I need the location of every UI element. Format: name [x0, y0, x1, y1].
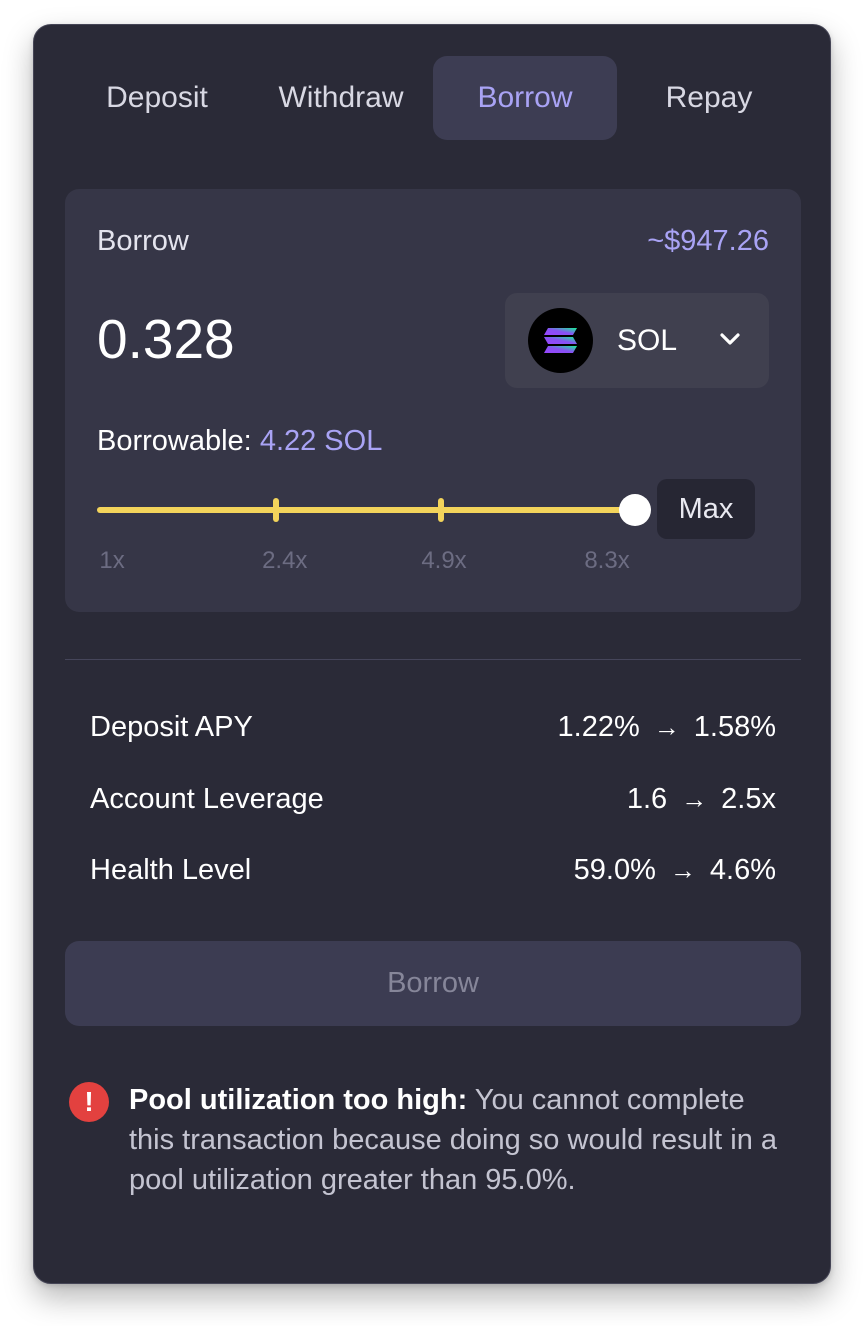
slider-tick — [438, 498, 445, 522]
tick-label-8.3x: 8.3x — [584, 547, 630, 574]
arrow-right-icon: → — [681, 784, 708, 814]
arrow-right-icon: → — [669, 855, 696, 885]
tab-borrow[interactable]: Borrow — [433, 56, 617, 140]
stat-from: 59.0% — [573, 854, 656, 886]
tab-withdraw[interactable]: Withdraw — [249, 56, 433, 140]
stat-to: 2.5x — [721, 783, 776, 815]
stat-from: 1.6 — [626, 783, 668, 815]
arrow-right-icon: → — [653, 712, 680, 742]
slider-thumb[interactable] — [619, 494, 651, 526]
stat-account-leverage: Account Leverage 1.6 → 2.5x — [90, 783, 776, 816]
stat-deposit-apy: Deposit APY 1.22% → 1.58% — [90, 711, 776, 744]
stat-value: 59.0% → 4.6% — [574, 854, 776, 887]
usd-value: ~$947.26 — [647, 225, 769, 257]
solana-logo-icon — [528, 308, 593, 373]
stat-label: Account Leverage — [90, 783, 324, 815]
chevron-down-icon — [719, 328, 741, 355]
token-symbol: SOL — [617, 324, 678, 357]
stat-label: Deposit APY — [90, 711, 253, 743]
stat-from: 1.22% — [557, 711, 640, 743]
borrow-submit-button[interactable]: Borrow — [65, 941, 801, 1026]
error-title: Pool utilization too high: — [129, 1084, 468, 1116]
max-button[interactable]: Max — [657, 479, 755, 539]
borrowable-label: Borrowable: — [97, 425, 252, 457]
divider — [65, 659, 801, 660]
leverage-slider[interactable] — [97, 492, 651, 528]
stat-value: 1.6 → 2.5x — [627, 783, 776, 816]
tab-deposit[interactable]: Deposit — [65, 56, 249, 140]
borrowable-value: 4.22 SOL — [259, 425, 383, 457]
stat-health-level: Health Level 59.0% → 4.6% — [90, 854, 776, 887]
borrow-panel: Deposit Withdraw Borrow Repay Borrow ~$9… — [33, 24, 831, 1284]
stat-value: 1.22% → 1.58% — [558, 711, 776, 744]
tick-label-4.9x: 4.9x — [421, 547, 467, 574]
borrowable-info: Borrowable: 4.22 SOL — [97, 425, 382, 458]
exclamation-circle-icon: ! — [69, 1082, 109, 1122]
token-selector[interactable]: SOL — [505, 293, 769, 388]
stat-label: Health Level — [90, 854, 252, 886]
slider-tick — [273, 498, 280, 522]
tick-label-1x: 1x — [99, 547, 125, 574]
tick-label-2.4x: 2.4x — [262, 547, 308, 574]
stat-to: 1.58% — [693, 711, 776, 743]
amount-input[interactable]: 0.328 — [97, 307, 235, 371]
slider-fill — [97, 507, 635, 513]
action-tabs: Deposit Withdraw Borrow Repay — [65, 56, 801, 140]
borrow-input-card: Borrow ~$947.26 0.328 SOL Borrowable: 4.… — [65, 189, 801, 612]
error-message: Pool utilization too high: You cannot co… — [129, 1080, 779, 1200]
borrow-label: Borrow — [97, 225, 189, 257]
tab-repay[interactable]: Repay — [617, 56, 801, 140]
stat-to: 4.6% — [709, 854, 776, 886]
